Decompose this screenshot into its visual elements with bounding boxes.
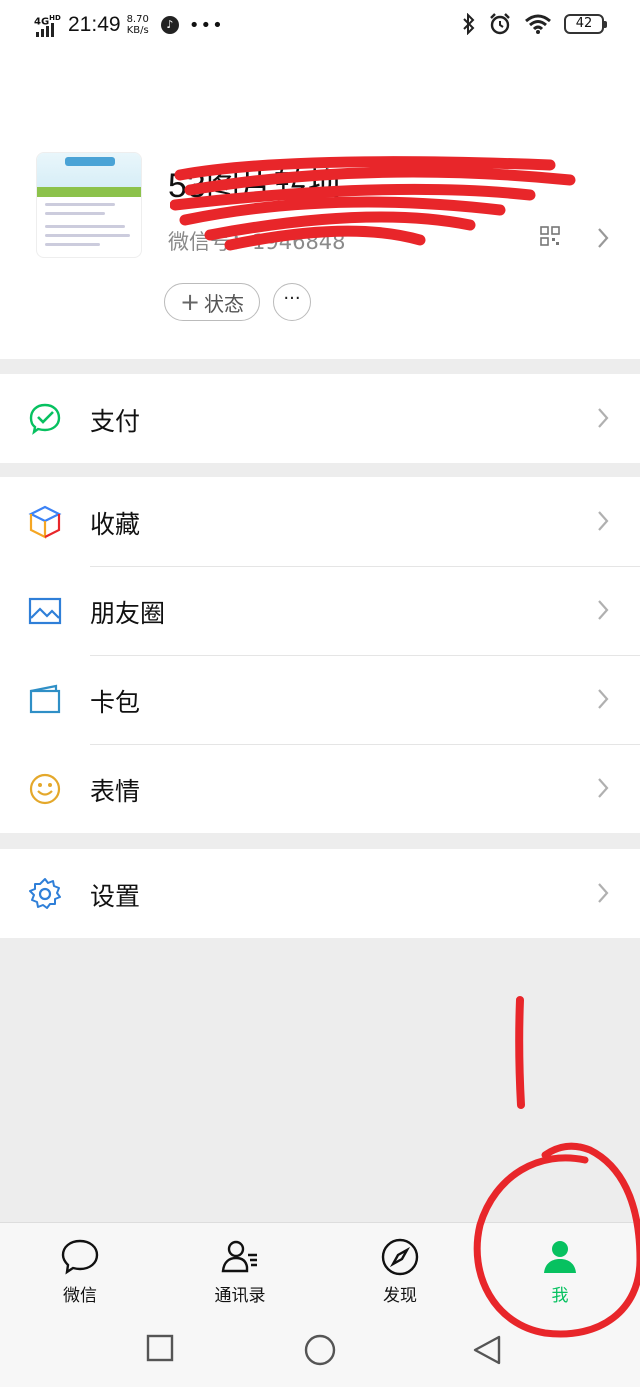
gear-icon [29, 878, 61, 909]
music-icon: ♪ [160, 16, 179, 34]
add-status-button[interactable]: + 状态 [164, 283, 260, 321]
menu-item-label: 卡包 [90, 688, 141, 717]
chevron-right-icon [598, 778, 609, 798]
menu-item-label: 收藏 [90, 510, 141, 539]
bottom-tab-bar: 微信 通讯录 发现 我 [0, 1222, 640, 1312]
profile-section[interactable]: 53图片转换 ··· 微信号：1946848 + 状态 ··· [0, 50, 640, 359]
person-icon [544, 1241, 576, 1273]
chevron-right-icon [598, 689, 609, 709]
menu-item-label: 朋友圈 [90, 599, 166, 628]
chevron-right-icon [598, 883, 609, 903]
compass-icon [381, 1238, 419, 1276]
home-button[interactable] [304, 1334, 336, 1366]
system-nav-bar [0, 1312, 640, 1387]
pay-icon [29, 403, 61, 435]
menu-group-services: 收藏 朋友圈 卡包 表情 [0, 477, 640, 833]
menu-item-settings[interactable]: 设置 [0, 849, 640, 938]
menu-item-favorites[interactable]: 收藏 [0, 477, 640, 566]
chevron-right-icon [598, 600, 609, 620]
status-bar: 4GHD 21:49 8.70 KB/s ♪ ••• 42 [0, 0, 640, 50]
menu-item-cards[interactable]: 卡包 [0, 655, 640, 744]
wechat-id: 微信号：1946848 [168, 230, 346, 254]
wifi-icon [525, 14, 551, 34]
signal-icon: 4GHD [34, 13, 62, 37]
recent-apps-button[interactable] [146, 1334, 174, 1362]
tab-contacts[interactable]: 通讯录 [160, 1223, 320, 1312]
tab-chats[interactable]: 微信 [0, 1223, 160, 1312]
chevron-right-icon [598, 511, 609, 531]
network-speed: 8.70 KB/s [126, 14, 149, 36]
tab-me[interactable]: 我 [480, 1223, 640, 1312]
favorites-cube-icon [28, 505, 62, 539]
menu-item-moments[interactable]: 朋友圈 [0, 566, 640, 655]
menu-item-label: 支付 [90, 407, 141, 436]
more-dots-icon: ••• [188, 14, 224, 36]
qr-code-icon[interactable] [540, 226, 560, 246]
menu-group-settings: 设置 [0, 849, 640, 938]
chevron-right-icon [598, 408, 609, 428]
menu-item-stickers[interactable]: 表情 [0, 744, 640, 833]
contacts-icon [221, 1240, 257, 1273]
menu-item-label: 设置 [90, 882, 141, 911]
chevron-right-icon [598, 228, 609, 248]
nickname: 53图片转换 ··· [168, 167, 386, 205]
battery-icon: 42 [564, 14, 607, 34]
menu-item-label: 表情 [90, 777, 141, 806]
plus-icon: + [179, 288, 201, 316]
more-options-button[interactable]: ··· [273, 283, 311, 321]
card-wallet-icon [29, 684, 61, 714]
smiley-icon [29, 773, 61, 805]
bluetooth-icon [463, 13, 475, 35]
moments-picture-icon [28, 597, 62, 625]
tab-discover[interactable]: 发现 [320, 1223, 480, 1312]
menu-item-pay[interactable]: 支付 [0, 374, 640, 463]
menu-group-pay: 支付 [0, 374, 640, 463]
clock: 21:49 [68, 13, 121, 36]
chat-bubble-icon [61, 1239, 99, 1275]
back-button[interactable] [472, 1334, 502, 1366]
alarm-icon [490, 13, 510, 35]
avatar[interactable] [36, 152, 142, 258]
